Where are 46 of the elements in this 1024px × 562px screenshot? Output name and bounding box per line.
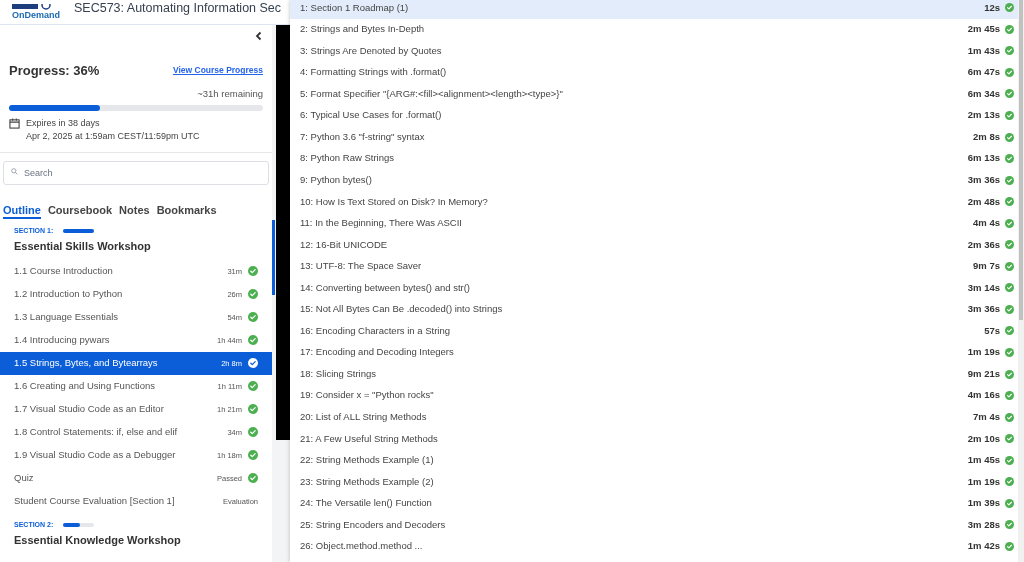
- outline-tab[interactable]: Outline: [3, 202, 41, 219]
- chapter-item[interactable]: 4: Formatting Strings with .format() 6m 47s: [290, 61, 1018, 84]
- chapter-item[interactable]: 13: UTF-8: The Space Saver 9m 7s: [290, 255, 1018, 278]
- chapter-item[interactable]: 6: Typical Use Cases for .format() 2m 13s: [290, 104, 1018, 127]
- menu-scrollbar-thumb[interactable]: [1019, 0, 1023, 320]
- scrollbar-thumb[interactable]: [272, 220, 275, 295]
- chapter-item[interactable]: 11: In the Beginning, There Was ASCII 4m 4s: [290, 212, 1018, 234]
- chapter-item[interactable]: 20: List of ALL String Methods 7m 4s: [290, 406, 1018, 428]
- chapter-item[interactable]: 15: Not All Bytes Can Be .decoded() into Strings 3m 36s: [290, 298, 1018, 321]
- chapter-item[interactable]: 26: Object.method.method ... 1m 42s: [290, 535, 1018, 558]
- chapter-item[interactable]: 3: Strings Are Denoted by Quotes 1m 43s: [290, 40, 1018, 62]
- expiry-text: Expires in 38 days: [26, 116, 101, 130]
- chapter-item[interactable]: 16: Encoding Characters in a String 57s: [290, 320, 1018, 342]
- chapter-item[interactable]: 2: Strings and Bytes In-Depth 2m 45s: [290, 18, 1018, 41]
- view-progress-link[interactable]: View Course Progress: [172, 64, 263, 78]
- outline-tab[interactable]: Coursebook: [47, 202, 113, 219]
- expiry-date: Apr 2, 2025 at 1:59am CEST/11:59pm UTC: [26, 129, 200, 143]
- logo-icon: [12, 4, 52, 10]
- collapse-chevron-icon[interactable]: [254, 31, 264, 41]
- chapter-item[interactable]: 5: Format Specifier "{ARG#:<fill><alignment><length><type>}" 6m 34s: [290, 83, 1018, 105]
- chapter-item[interactable]: 23: String Methods Example (2) 1m 19s: [290, 471, 1018, 493]
- chapter-item[interactable]: 1: Section 1 Roadmap (1) 12s: [290, 0, 1018, 19]
- chapter-item[interactable]: 7: Python 3.6 "f-string" syntax 2m 8s: [290, 126, 1018, 148]
- outline-tab[interactable]: Notes: [119, 202, 150, 219]
- progress-label: Progress: 36%: [9, 62, 100, 80]
- section-title: Essential Knowledge Workshop: [13, 532, 182, 548]
- outline-tab[interactable]: Bookmarks: [156, 202, 217, 219]
- chapter-item[interactable]: 17: Encoding and Decoding Integers 1m 19s: [290, 341, 1018, 364]
- chapter-item[interactable]: 18: Slicing Strings 9m 21s: [290, 363, 1018, 385]
- logo-text: OnDemand: [12, 10, 60, 21]
- chapter-item[interactable]: 24: The Versatile len() Function 1m 39s: [290, 492, 1018, 515]
- course-title: SEC573: Automating Information Sec: [74, 0, 282, 17]
- remaining-text: ~31h remaining: [197, 86, 263, 101]
- chapter-item[interactable]: 21: A Few Useful String Methods 2m 10s: [290, 427, 1018, 450]
- section-title: Essential Skills Workshop: [13, 238, 152, 254]
- chapter-item[interactable]: 12: 16-Bit UNICODE 2m 36s: [290, 234, 1018, 256]
- chapter-item[interactable]: 25: String Encoders and Decoders 3m 28s: [290, 514, 1018, 536]
- chapter-item[interactable]: 10: How Is Text Stored on Disk? In Memory? 2m 48s: [290, 190, 1018, 213]
- chapter-item[interactable]: 9: Python bytes() 3m 36s: [290, 169, 1018, 191]
- chapter-item[interactable]: 14: Converting between bytes() and str() 3m 14s: [290, 277, 1018, 299]
- search-icon: [11, 167, 18, 175]
- chapter-item[interactable]: 8: Python Raw Strings 6m 13s: [290, 147, 1018, 170]
- chapter-item[interactable]: 19: Consider x = "Python rocks" 4m 16s: [290, 384, 1018, 407]
- calendar-icon: [9, 117, 20, 129]
- chapter-item[interactable]: 22: String Methods Example (1) 1m 45s: [290, 449, 1018, 472]
- search-field[interactable]: Search: [3, 160, 269, 185]
